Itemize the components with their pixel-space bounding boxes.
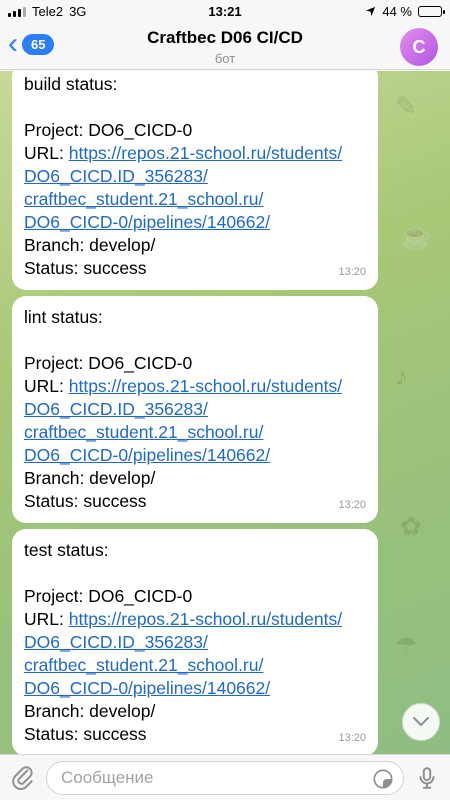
- microphone-icon[interactable]: [414, 765, 440, 791]
- message-url-line: craftbec_student.21_school.ru/: [24, 421, 366, 444]
- message-heading: test status:: [24, 540, 109, 560]
- doodle-icon: ☂: [395, 631, 419, 661]
- message-url-line: DO6_CICD-0/pipelines/140662/: [24, 677, 366, 700]
- chat-title-area[interactable]: Craftbec D06 CI/CD бот: [80, 28, 370, 66]
- message-url-line: DO6_CICD.ID_356283/: [24, 398, 366, 421]
- chevron-left-icon: ‹: [8, 27, 18, 60]
- avatar[interactable]: C: [400, 28, 438, 66]
- message-bubble[interactable]: test status: Project: DO6_CICD-0 URL: http…: [12, 529, 378, 754]
- message-time: 13:20: [338, 499, 366, 511]
- doodle-icon: ✎: [395, 91, 417, 121]
- message-url-line: URL: https://repos.21-school.ru/students…: [24, 608, 366, 631]
- message-status: Status: success: [24, 258, 147, 278]
- status-bar: Tele2 3G 13:21 44 %: [0, 0, 450, 22]
- message-composer: [0, 754, 450, 800]
- message-url-line: craftbec_student.21_school.ru/: [24, 188, 366, 211]
- message-status: Status: success: [24, 724, 147, 744]
- doodle-icon: ♪: [395, 361, 408, 391]
- pipeline-link[interactable]: DO6_CICD.ID_356283/: [24, 166, 208, 186]
- message-url-line: DO6_CICD.ID_356283/: [24, 165, 366, 188]
- url-prefix: URL:: [24, 609, 69, 629]
- pipeline-link[interactable]: DO6_CICD.ID_356283/: [24, 399, 208, 419]
- message-url-line: DO6_CICD.ID_356283/: [24, 631, 366, 654]
- pipeline-link[interactable]: https://repos.21-school.ru/students/: [69, 609, 342, 629]
- message-project: Project: DO6_CICD-0: [24, 353, 193, 373]
- pipeline-link[interactable]: https://repos.21-school.ru/students/: [69, 376, 342, 396]
- message-branch: Branch: develop/: [24, 235, 156, 255]
- chevron-down-icon: [413, 717, 429, 727]
- message-project: Project: DO6_CICD-0: [24, 586, 193, 606]
- pipeline-link[interactable]: craftbec_student.21_school.ru/: [24, 189, 263, 209]
- chat-subtitle: бот: [214, 51, 236, 66]
- message-blank-line: [24, 96, 366, 119]
- doodle-icon: ✿: [400, 511, 422, 541]
- back-button[interactable]: ‹ 65: [8, 27, 55, 60]
- unread-count-badge: 65: [22, 33, 55, 55]
- message-url-line: URL: https://repos.21-school.ru/students…: [24, 142, 366, 165]
- pipeline-link[interactable]: DO6_CICD-0/pipelines/140662/: [24, 212, 270, 232]
- chat-title: Craftbec D06 CI/CD: [147, 28, 303, 47]
- paperclip-icon[interactable]: [10, 764, 36, 790]
- chat-area[interactable]: ✎ ☕ ♪ ✿ ☂ build status: Project: DO6_CICD…: [0, 71, 450, 754]
- pipeline-link[interactable]: DO6_CICD.ID_356283/: [24, 632, 208, 652]
- doodle-icon: ☕: [400, 221, 433, 251]
- scroll-down-button[interactable]: [402, 703, 440, 741]
- battery-icon: [418, 6, 445, 17]
- url-prefix: URL:: [24, 143, 69, 163]
- location-icon: [366, 6, 376, 17]
- pipeline-link[interactable]: craftbec_student.21_school.ru/: [24, 655, 263, 675]
- pipeline-link[interactable]: craftbec_student.21_school.ru/: [24, 422, 263, 442]
- message-heading: build status:: [24, 74, 118, 94]
- battery-percent: 44 %: [382, 4, 412, 19]
- message-blank-line: [24, 329, 366, 352]
- chat-header: ‹ 65 Craftbec D06 CI/CD бот C: [0, 22, 450, 70]
- message-url-line: DO6_CICD-0/pipelines/140662/: [24, 211, 366, 234]
- message-status: Status: success: [24, 491, 147, 511]
- message-heading: lint status:: [24, 307, 103, 327]
- message-time: 13:20: [338, 266, 366, 278]
- pipeline-link[interactable]: https://repos.21-school.ru/students/: [69, 143, 342, 163]
- pipeline-link[interactable]: DO6_CICD-0/pipelines/140662/: [24, 678, 270, 698]
- message-input[interactable]: [46, 761, 404, 795]
- message-blank-line: [24, 562, 366, 585]
- message-url-line: DO6_CICD-0/pipelines/140662/: [24, 444, 366, 467]
- url-prefix: URL:: [24, 376, 69, 396]
- message-project: Project: DO6_CICD-0: [24, 120, 193, 140]
- pipeline-link[interactable]: DO6_CICD-0/pipelines/140662/: [24, 445, 270, 465]
- message-list: build status: Project: DO6_CICD-0 URL: htt…: [12, 71, 378, 754]
- message-url-line: craftbec_student.21_school.ru/: [24, 654, 366, 677]
- message-branch: Branch: develop/: [24, 468, 156, 488]
- message-bubble[interactable]: lint status: Project: DO6_CICD-0 URL: http…: [12, 296, 378, 523]
- sticker-icon[interactable]: [372, 768, 394, 790]
- message-url-line: URL: https://repos.21-school.ru/students…: [24, 375, 366, 398]
- status-bar-right: 44 %: [365, 4, 445, 19]
- message-bubble[interactable]: build status: Project: DO6_CICD-0 URL: htt…: [12, 71, 378, 290]
- message-branch: Branch: develop/: [24, 701, 156, 721]
- message-time: 13:20: [338, 732, 366, 744]
